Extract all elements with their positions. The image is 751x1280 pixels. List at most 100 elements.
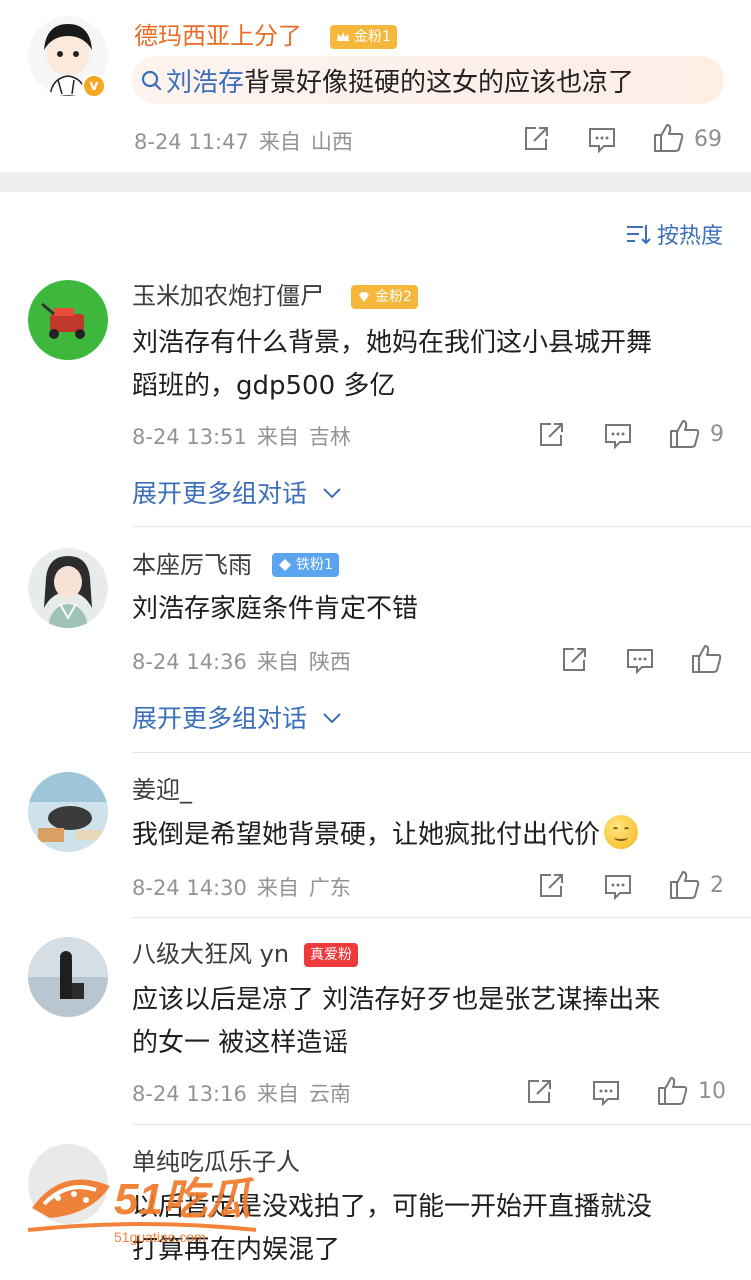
share-button[interactable] bbox=[536, 420, 566, 454]
comment-meta: 8-24 13:51 来自 吉林 bbox=[132, 421, 361, 451]
reply-button[interactable] bbox=[591, 1079, 621, 1111]
comment-button[interactable] bbox=[587, 126, 617, 154]
comment-username[interactable]: 本座厉飞雨 bbox=[132, 549, 252, 581]
fan-badge-label: 铁粉1 bbox=[296, 557, 333, 573]
comment-like-count: 2 bbox=[710, 873, 724, 898]
comment-icon bbox=[605, 875, 631, 901]
comment-time: 8-24 14:36 bbox=[132, 650, 247, 674]
comment-line: 应该以后是凉了 刘浩存好歹也是张艺谋捧出来 bbox=[132, 985, 661, 1015]
thumbs-up-icon bbox=[658, 1077, 688, 1105]
comment-separator bbox=[132, 917, 751, 918]
comment-username[interactable]: 姜迎_ bbox=[132, 774, 192, 806]
fan-badge[interactable]: 真爱粉 bbox=[304, 943, 358, 967]
expand-conversation-link[interactable]: 展开更多组对话 bbox=[132, 699, 343, 735]
comment-separator bbox=[132, 1124, 751, 1125]
expand-label: 展开更多组对话 bbox=[132, 479, 308, 508]
quoted-comment[interactable]: 刘浩存 背景好像挺硬的这女的应该也凉了 bbox=[132, 56, 724, 104]
verified-badge-icon: v bbox=[82, 74, 106, 98]
comment-line: 刘浩存有什么背景，她妈在我们这小县城开舞 bbox=[132, 328, 653, 358]
avatar[interactable] bbox=[28, 937, 108, 1017]
share-button[interactable] bbox=[521, 124, 551, 154]
thumbs-up-icon bbox=[654, 124, 684, 152]
comment-meta: 8-24 14:30 来自 广东 bbox=[132, 872, 361, 902]
share-icon bbox=[525, 127, 548, 150]
share-button[interactable] bbox=[559, 645, 589, 679]
post-time: 8-24 11:47 bbox=[134, 130, 249, 154]
comment-line: 刘浩存家庭条件肯定不错 bbox=[132, 594, 419, 624]
like-button[interactable] bbox=[668, 418, 702, 454]
comment-time: 8-24 14:30 bbox=[132, 876, 247, 900]
chevron-down-icon bbox=[323, 488, 341, 499]
comment-source-prefix: 来自 bbox=[256, 650, 299, 674]
comment-separator bbox=[132, 526, 751, 527]
expand-label: 展开更多组对话 bbox=[132, 704, 308, 733]
comment-time: 8-24 13:16 bbox=[132, 1082, 247, 1106]
like-button[interactable] bbox=[652, 122, 686, 154]
original-post: v 德玛西亚上分了 金粉1 刘浩存 背景好像挺硬的这女的应该也凉了 8-24 1… bbox=[0, 0, 751, 172]
comment-location: 云南 bbox=[308, 1082, 351, 1106]
comment-line: 以后肯定是没戏拍了，可能一开始开直播就没 bbox=[132, 1192, 653, 1222]
fan-badge-label: 金粉1 bbox=[354, 29, 391, 45]
comment-meta: 8-24 14:36 来自 陕西 bbox=[132, 646, 361, 676]
comment-icon bbox=[605, 424, 631, 450]
comment-text: 刘浩存有什么背景，她妈在我们这小县城开舞 蹈班的，gdp500 多亿 bbox=[132, 322, 722, 408]
share-button[interactable] bbox=[524, 1077, 554, 1111]
comment-text: 我倒是希望她背景硬，让她疯批付出代价 bbox=[132, 814, 722, 857]
comment-line-text: 我倒是希望她背景硬，让她疯批付出代价 bbox=[132, 820, 601, 850]
thumbs-up-icon bbox=[670, 420, 700, 448]
comment-username[interactable]: 八级大狂风 yn bbox=[132, 938, 289, 970]
comment-location: 吉林 bbox=[308, 425, 351, 449]
comment-text: 刘浩存家庭条件肯定不错 bbox=[132, 588, 722, 631]
avatar[interactable] bbox=[28, 772, 108, 852]
like-button[interactable] bbox=[656, 1075, 690, 1111]
comment-text: 应该以后是凉了 刘浩存好歹也是张艺谋捧出来 的女一 被这样造谣 bbox=[132, 979, 722, 1065]
search-icon bbox=[141, 70, 162, 91]
post-meta: 8-24 11:47 来自 山西 bbox=[134, 126, 363, 156]
comment-username[interactable]: 单纯吃瓜乐子人 bbox=[132, 1146, 300, 1178]
reply-button[interactable] bbox=[603, 873, 633, 905]
share-icon bbox=[563, 648, 586, 671]
share-button[interactable] bbox=[536, 871, 566, 905]
comment-time: 8-24 13:51 bbox=[132, 425, 247, 449]
thumbs-up-icon bbox=[692, 645, 722, 673]
post-like-count: 69 bbox=[694, 127, 722, 152]
diamond-icon bbox=[279, 559, 291, 571]
expand-conversation-link[interactable]: 展开更多组对话 bbox=[132, 474, 343, 510]
comment-location: 广东 bbox=[308, 876, 351, 900]
reply-button[interactable] bbox=[625, 647, 655, 679]
avatar[interactable] bbox=[28, 280, 108, 360]
comment-text: 以后肯定是没戏拍了，可能一开始开直播就没 打算再在内娱混了 bbox=[132, 1186, 722, 1272]
avatar[interactable] bbox=[28, 548, 108, 628]
chevron-down-icon bbox=[323, 713, 341, 724]
comment-line: 的女一 被这样造谣 bbox=[132, 1028, 349, 1058]
avatar[interactable] bbox=[28, 1144, 108, 1224]
comment-line: 我倒是希望她背景硬，让她疯批付出代价 bbox=[132, 814, 722, 857]
comment-separator bbox=[132, 752, 751, 753]
comment-source-prefix: 来自 bbox=[256, 425, 299, 449]
crown-icon bbox=[337, 32, 349, 41]
fan-badge[interactable]: 铁粉1 bbox=[272, 553, 339, 577]
comment-meta: 8-24 13:16 来自 云南 bbox=[132, 1078, 361, 1108]
comment-line: 打算再在内娱混了 bbox=[132, 1235, 341, 1265]
reply-button[interactable] bbox=[603, 422, 633, 454]
post-username[interactable]: 德玛西亚上分了 bbox=[134, 20, 302, 52]
thumbs-up-icon bbox=[670, 871, 700, 899]
quote-text: 背景好像挺硬的这女的应该也凉了 bbox=[244, 67, 635, 98]
fan-badge[interactable]: 金粉2 bbox=[351, 285, 418, 309]
quote-topic-link[interactable]: 刘浩存 bbox=[166, 62, 244, 99]
comment-icon bbox=[627, 649, 653, 675]
fan-badge-label: 真爱粉 bbox=[310, 947, 352, 963]
comment-source-prefix: 来自 bbox=[256, 1082, 299, 1106]
comment-line: 蹈班的，gdp500 多亿 bbox=[132, 371, 396, 401]
comment-icon bbox=[593, 1081, 619, 1107]
share-icon bbox=[540, 423, 563, 446]
like-button[interactable] bbox=[668, 869, 702, 905]
sort-icon bbox=[626, 225, 651, 245]
sort-by-heat-button[interactable]: 按热度 bbox=[625, 218, 723, 250]
comment-username[interactable]: 玉米加农炮打僵尸 bbox=[132, 280, 324, 312]
gem-icon bbox=[359, 292, 369, 302]
post-source-prefix: 来自 bbox=[258, 130, 301, 154]
smile-emoji-icon bbox=[604, 815, 639, 849]
like-button[interactable] bbox=[690, 643, 724, 679]
fan-badge[interactable]: 金粉1 bbox=[330, 25, 397, 49]
